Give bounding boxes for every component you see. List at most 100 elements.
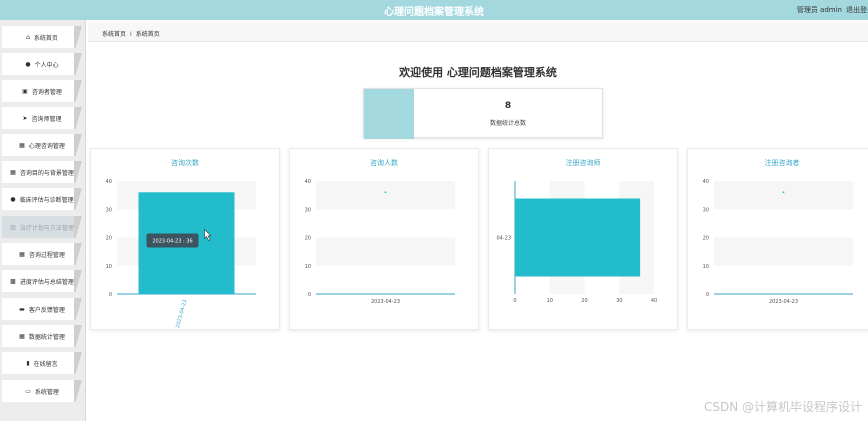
grid-band bbox=[714, 237, 853, 266]
summary-color-block bbox=[364, 89, 414, 139]
y-tick-label: 30 bbox=[106, 207, 112, 213]
x-tick-label: 20 bbox=[581, 298, 587, 304]
sidebar-item-edge bbox=[74, 161, 82, 183]
edit-icon: ▣ bbox=[22, 87, 28, 95]
x-tick-label: 10 bbox=[547, 298, 553, 304]
tooltip-text: 2023-04-23 : 36 bbox=[152, 239, 192, 245]
sidebar-item[interactable]: ▦ 心理咨询管理 bbox=[2, 134, 82, 156]
chart-title: 注册咨询师 bbox=[565, 159, 601, 167]
sidebar-item-label: 咨询目的与背景管理 bbox=[19, 169, 74, 177]
user-icon: ● bbox=[25, 60, 31, 68]
grid-icon: ▦ bbox=[19, 332, 25, 340]
grid-band bbox=[316, 237, 455, 266]
sidebar-item-label: 数据统计管理 bbox=[28, 333, 65, 341]
sidebar-item-label: 系统首页 bbox=[33, 34, 58, 42]
sidebar-item-label: 进度评估与总结管理 bbox=[19, 278, 74, 286]
sidebar-item-label: 心理咨询管理 bbox=[28, 142, 65, 150]
chart-card-consult-people: 咨询人数 0 10 20 30 40 2023-04-23 bbox=[289, 148, 479, 330]
x-tick-label: 0 bbox=[513, 298, 516, 304]
sidebar-item-edge bbox=[74, 188, 82, 210]
sidebar-item-edge bbox=[74, 80, 82, 102]
y-tick-label: 30 bbox=[305, 207, 311, 213]
breadcrumb-current: 系统首页 bbox=[135, 31, 160, 38]
sidebar-item[interactable]: ▬ 客户反馈管理 bbox=[2, 298, 82, 320]
sidebar-item-edge bbox=[74, 107, 82, 129]
sidebar-item-edge bbox=[74, 216, 82, 238]
sidebar-item[interactable]: ▮ 在线留言 bbox=[2, 352, 82, 374]
y-tick-label: 0 bbox=[308, 292, 311, 298]
sidebar-item[interactable]: ▥ 治疗计划与方法管理 bbox=[2, 216, 82, 238]
y-tick-label: 40 bbox=[703, 179, 709, 185]
sidebar-item[interactable]: ▦ 数据统计管理 bbox=[2, 325, 82, 347]
sidebar-item-edge bbox=[74, 298, 82, 320]
chart-consult-count: 0 10 20 30 40 2023-04-23 2023-04-23 : 36 bbox=[106, 179, 256, 329]
summary-card: 8 数据统计总数 bbox=[363, 88, 603, 139]
y-tick-label: 40 bbox=[305, 179, 311, 185]
sidebar-item-label: 咨询者管理 bbox=[31, 88, 62, 96]
x-tick-label: 2023-04-23 bbox=[769, 299, 798, 305]
y-tick-label: 30 bbox=[703, 207, 709, 213]
y-tick-label: 10 bbox=[703, 264, 709, 270]
logout-link[interactable]: 退出登录 bbox=[846, 5, 868, 15]
y-tick-label: 04-23 bbox=[496, 236, 511, 242]
data-point bbox=[782, 191, 785, 194]
sidebar-item-edge bbox=[74, 352, 82, 374]
sidebar-item-edge bbox=[74, 134, 82, 156]
grid-icon: ▦ bbox=[10, 168, 16, 176]
sidebar-item-edge bbox=[74, 270, 82, 292]
sidebar-item-label: 在线留言 bbox=[33, 360, 58, 368]
chart-card-registered-counselors: 注册咨询师 0 10 20 30 40 04-23 bbox=[488, 148, 678, 330]
sidebar-item-edge bbox=[74, 380, 82, 402]
watermark: CSDN @计算机毕设程序设计 bbox=[703, 400, 862, 414]
data-point bbox=[384, 191, 387, 194]
sidebar-item[interactable]: ▩ 进度评估与总结管理 bbox=[2, 270, 82, 292]
sidebar-item-label: 系统管理 bbox=[34, 388, 59, 396]
x-tick-label: 40 bbox=[651, 298, 657, 304]
welcome-heading: 欢迎使用 心理问题档案管理系统 bbox=[399, 66, 557, 79]
grid-band bbox=[316, 181, 455, 210]
bank-icon: ▥ bbox=[10, 223, 16, 231]
sidebar-item-label: 咨询师管理 bbox=[31, 115, 62, 123]
sidebar-item-edge bbox=[74, 243, 82, 265]
y-tick-label: 10 bbox=[106, 264, 112, 270]
summary-label: 数据统计总数 bbox=[489, 120, 526, 127]
y-tick-label: 20 bbox=[106, 236, 112, 242]
chart-registered-counselors: 0 10 20 30 40 04-23 bbox=[496, 181, 657, 304]
chart-title: 注册咨询者 bbox=[764, 159, 800, 167]
grid-band bbox=[714, 181, 853, 210]
sidebar-item[interactable]: ⌂ 系统首页 bbox=[2, 26, 82, 48]
y-tick-label: 40 bbox=[106, 179, 112, 185]
app-title: 心理问题档案管理系统 bbox=[384, 7, 484, 18]
trash-icon: ▬ bbox=[19, 305, 25, 313]
chart-card-registered-clients: 注册咨询者 0 10 20 30 40 2023-04-23 bbox=[687, 148, 868, 330]
sidebar-item-edge bbox=[74, 26, 82, 48]
chart-consult-people: 0 10 20 30 40 2023-04-23 bbox=[305, 179, 455, 305]
y-tick-label: 0 bbox=[109, 292, 112, 298]
sidebar-item[interactable]: ▣ 咨询者管理 bbox=[2, 80, 82, 102]
breadcrumb-home[interactable]: 系统首页 bbox=[102, 31, 126, 38]
sidebar: ⌂ 系统首页 ● 个人中心 ▣ 咨询者管理 ➤ 咨询师管理 ▦ 心理咨询管理 ▦ 咨询目的与背景管理 ●… bbox=[0, 20, 86, 421]
sidebar-item[interactable]: ▦ 咨询过程管理 bbox=[2, 243, 82, 265]
breadcrumb: 系统首页 I 系统首页 bbox=[88, 22, 868, 42]
chart-title: 咨询次数 bbox=[171, 159, 199, 167]
x-tick-label: 2023-04-23 bbox=[371, 299, 400, 305]
bar-chart-icon: ▮ bbox=[26, 359, 30, 367]
summary-value: 8 bbox=[504, 101, 512, 111]
grid-icon: ▦ bbox=[19, 141, 25, 149]
user-info: 管理员 admin bbox=[796, 6, 842, 14]
breadcrumb-separator: I bbox=[130, 31, 132, 38]
sidebar-item[interactable]: ▦ 咨询目的与背景管理 bbox=[2, 161, 82, 183]
chart-card-consult-count: 咨询次数 0 10 20 30 40 2023-04-23 2023-04-23 : 36 bbox=[90, 148, 280, 330]
send-icon: ➤ bbox=[22, 114, 28, 122]
sidebar-item-label: 临床评估与诊断管理 bbox=[19, 196, 74, 204]
sidebar-item-label: 个人中心 bbox=[34, 61, 59, 69]
grid-icon: ▦ bbox=[19, 250, 25, 258]
sidebar-item-edge bbox=[74, 325, 82, 347]
sidebar-item[interactable]: ● 个人中心 bbox=[2, 53, 82, 75]
sidebar-item-label: 客户反馈管理 bbox=[28, 306, 65, 314]
x-tick-label: 30 bbox=[616, 298, 622, 304]
sidebar-item[interactable]: ➤ 咨询师管理 bbox=[2, 107, 82, 129]
y-tick-label: 20 bbox=[305, 236, 311, 242]
sidebar-item[interactable]: ▭ 系统管理 bbox=[2, 380, 82, 402]
sidebar-item[interactable]: ● 临床评估与诊断管理 bbox=[2, 188, 82, 210]
